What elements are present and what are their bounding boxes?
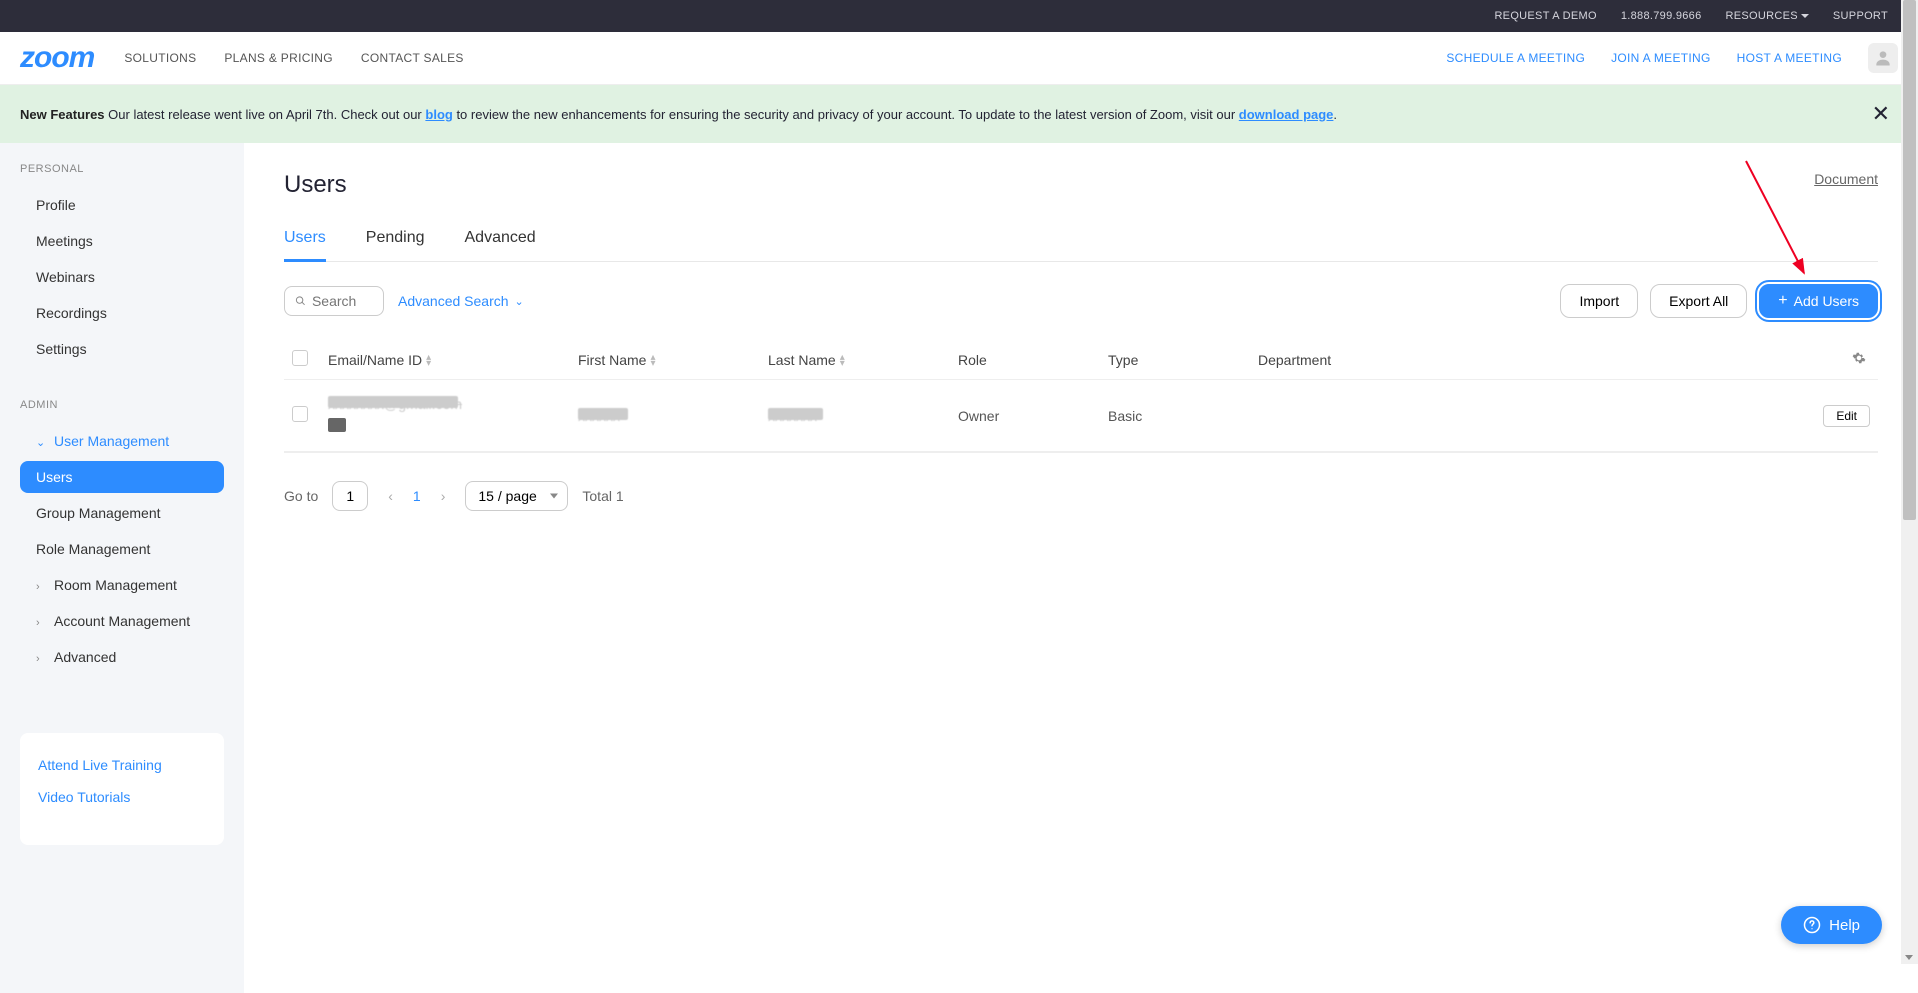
sidebar-item-settings[interactable]: Settings (20, 333, 244, 365)
sidebar-item-meetings[interactable]: Meetings (20, 225, 244, 257)
col-role: Role (950, 340, 1100, 380)
join-meeting-link[interactable]: JOIN A MEETING (1611, 51, 1711, 65)
sidebar-item-room-management[interactable]: ›Room Management (20, 569, 244, 601)
video-tutorials-link[interactable]: Video Tutorials (38, 789, 206, 805)
plus-icon: + (1778, 293, 1787, 309)
chevron-right-icon: › (36, 653, 48, 665)
main-header: zoom SOLUTIONS PLANS & PRICING CONTACT S… (0, 32, 1918, 85)
chevron-right-icon: › (36, 617, 48, 629)
prev-page-button[interactable]: ‹ (382, 488, 399, 504)
search-box[interactable] (284, 286, 384, 316)
primary-nav: SOLUTIONS PLANS & PRICING CONTACT SALES (124, 51, 463, 65)
table-row: xxxxxxxx@gmail.com xxxxxx xxxxxxx Owner … (284, 380, 1878, 452)
chevron-down-icon: ⌄ (515, 295, 524, 308)
page-size-select[interactable]: 15 / page (465, 481, 568, 511)
sidebar-section-personal: PERSONAL (20, 163, 244, 175)
document-link[interactable]: Document (1814, 171, 1878, 187)
cell-first-name: xxxxxx (570, 380, 760, 452)
nav-plans[interactable]: PLANS & PRICING (224, 51, 333, 65)
attend-training-link[interactable]: Attend Live Training (38, 757, 206, 773)
sidebar-item-advanced[interactable]: ›Advanced (20, 641, 244, 673)
users-table: Email/Name ID▴▾ First Name▴▾ Last Name▴▾… (284, 340, 1878, 453)
tab-users[interactable]: Users (284, 223, 326, 262)
page-title: Users (284, 171, 347, 199)
help-button[interactable]: Help (1781, 906, 1882, 944)
search-icon (295, 294, 306, 308)
import-button[interactable]: Import (1560, 284, 1638, 318)
sidebar: PERSONAL Profile Meetings Webinars Recor… (0, 143, 244, 993)
schedule-meeting-link[interactable]: SCHEDULE A MEETING (1446, 51, 1585, 65)
sidebar-item-account-management[interactable]: ›Account Management (20, 605, 244, 637)
scrollbar[interactable] (1901, 0, 1918, 964)
tabs: Users Pending Advanced (284, 223, 1878, 262)
banner-download-link[interactable]: download page (1239, 107, 1334, 122)
cell-type: Basic (1100, 380, 1250, 452)
select-all-checkbox[interactable] (292, 350, 308, 366)
tab-pending[interactable]: Pending (366, 223, 425, 261)
host-meeting-dropdown[interactable]: HOST A MEETING (1737, 51, 1842, 65)
chevron-right-icon: › (36, 581, 48, 593)
col-first-name[interactable]: First Name▴▾ (570, 340, 760, 380)
close-icon[interactable]: ✕ (1864, 103, 1898, 125)
sidebar-item-recordings[interactable]: Recordings (20, 297, 244, 329)
banner-text: New Features Our latest release went liv… (20, 107, 1864, 122)
user-icon (1873, 48, 1893, 68)
avatar[interactable] (1868, 43, 1898, 73)
sidebar-item-users[interactable]: Users (20, 461, 224, 493)
scroll-down-icon[interactable] (1905, 955, 1913, 960)
resources-dropdown[interactable]: RESOURCES (1726, 10, 1809, 22)
help-icon (1803, 916, 1821, 934)
total-count: Total 1 (582, 488, 623, 504)
nav-contact[interactable]: CONTACT SALES (361, 51, 464, 65)
sort-icon: ▴▾ (650, 355, 655, 367)
goto-label: Go to (284, 488, 318, 504)
row-checkbox[interactable] (292, 406, 308, 422)
support-link[interactable]: SUPPORT (1833, 10, 1888, 22)
cell-role: Owner (950, 380, 1100, 452)
phone-number[interactable]: 1.888.799.9666 (1621, 10, 1702, 22)
toolbar: Advanced Search ⌄ Import Export All + Ad… (284, 284, 1878, 318)
banner-blog-link[interactable]: blog (425, 107, 452, 122)
email-badge-icon (328, 418, 346, 432)
sidebar-item-profile[interactable]: Profile (20, 189, 244, 221)
sidebar-item-role-management[interactable]: Role Management (20, 533, 244, 565)
gear-icon[interactable] (1852, 351, 1866, 365)
content-wrap: PERSONAL Profile Meetings Webinars Recor… (0, 143, 1918, 993)
cell-department (1250, 380, 1815, 452)
search-input[interactable] (312, 293, 373, 309)
sidebar-item-group-management[interactable]: Group Management (20, 497, 244, 529)
next-page-button[interactable]: › (435, 488, 452, 504)
sort-icon: ▴▾ (426, 355, 431, 367)
col-type: Type (1100, 340, 1250, 380)
col-email[interactable]: Email/Name ID▴▾ (320, 340, 570, 380)
add-users-button[interactable]: + Add Users (1759, 284, 1878, 318)
new-features-banner: New Features Our latest release went liv… (0, 85, 1918, 143)
sort-icon: ▴▾ (840, 355, 845, 367)
scrollbar-thumb[interactable] (1903, 0, 1916, 520)
cell-email: xxxxxxxx@gmail.com (320, 380, 570, 452)
advanced-search-link[interactable]: Advanced Search ⌄ (398, 293, 524, 309)
sidebar-item-user-management[interactable]: ⌄User Management (20, 425, 244, 457)
top-utility-bar: REQUEST A DEMO 1.888.799.9666 RESOURCES … (0, 0, 1918, 32)
sidebar-section-admin: ADMIN (20, 399, 244, 411)
caret-down-icon (1801, 14, 1809, 18)
pagination: Go to ‹ 1 › 15 / page Total 1 (284, 481, 1878, 511)
nav-solutions[interactable]: SOLUTIONS (124, 51, 196, 65)
sidebar-item-webinars[interactable]: Webinars (20, 261, 244, 293)
goto-page-input[interactable] (332, 481, 368, 511)
tab-advanced[interactable]: Advanced (465, 223, 536, 261)
zoom-logo[interactable]: zoom (20, 41, 94, 75)
help-card: Attend Live Training Video Tutorials (20, 733, 224, 845)
header-right: SCHEDULE A MEETING JOIN A MEETING HOST A… (1446, 43, 1898, 73)
request-demo-link[interactable]: REQUEST A DEMO (1494, 10, 1596, 22)
col-department: Department (1250, 340, 1815, 380)
page-header: Users Document (284, 171, 1878, 199)
current-page[interactable]: 1 (413, 488, 421, 504)
col-last-name[interactable]: Last Name▴▾ (760, 340, 950, 380)
chevron-down-icon: ⌄ (36, 436, 48, 449)
edit-button[interactable]: Edit (1823, 405, 1870, 427)
cell-last-name: xxxxxxx (760, 380, 950, 452)
export-all-button[interactable]: Export All (1650, 284, 1747, 318)
main-content: Users Document Users Pending Advanced Ad… (244, 143, 1918, 993)
